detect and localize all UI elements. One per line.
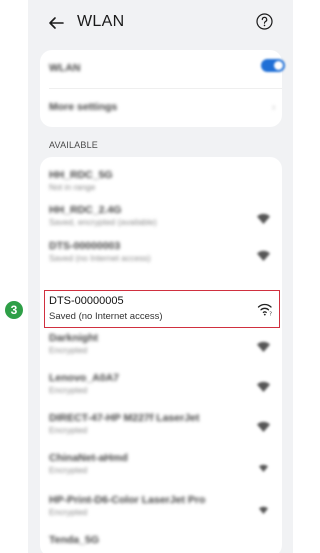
header-bar: WLAN — [28, 0, 293, 50]
wlan-toggle-row[interactable]: WLAN — [40, 50, 282, 82]
divider — [49, 88, 282, 89]
network-status: Saved, encrypted (available) — [49, 217, 157, 227]
page-title: WLAN — [77, 13, 125, 30]
network-item[interactable]: DTS-00000003 Saved (no Internet access) — [40, 233, 282, 269]
network-item[interactable]: ChinaNet-aHmd Encrypted — [40, 445, 282, 481]
network-item[interactable]: Lenovo_A0A7 Encrypted — [40, 365, 282, 401]
more-settings-row[interactable]: More settings — [40, 90, 282, 126]
network-item[interactable]: HP-Print-D6-Color LaserJet Pro Encrypted — [40, 487, 282, 523]
highlighted-network-item[interactable]: DTS-00000005 Saved (no Internet access) … — [44, 290, 280, 328]
network-name: ChinaNet-aHmd — [49, 452, 128, 464]
network-status: Encrypted — [49, 345, 88, 355]
wifi-lock-icon — [257, 341, 270, 352]
network-status: Saved (no Internet access) — [49, 311, 163, 322]
wifi-lock-icon — [259, 506, 268, 514]
network-item[interactable]: HH_RDC_2.4G Saved, encrypted (available) — [40, 197, 282, 233]
network-name: HH_RDC_5G — [49, 169, 113, 181]
wifi-question-icon: ? — [257, 303, 272, 317]
network-name: HP-Print-D6-Color LaserJet Pro — [49, 494, 206, 506]
wifi-lock-icon — [259, 464, 268, 472]
network-name: Lenovo_A0A7 — [49, 372, 120, 384]
network-name: DTS-00000003 — [49, 240, 121, 252]
network-name: Tenda_5G — [49, 534, 99, 546]
network-name: DIRECT-47-HP M227f LaserJet — [49, 412, 200, 424]
wlan-settings-card: WLAN More settings › — [40, 50, 285, 127]
network-item[interactable]: Darknight Encrypted — [40, 325, 282, 361]
more-settings-label: More settings — [49, 101, 118, 113]
network-status: Encrypted — [49, 465, 88, 475]
wlan-toggle-switch[interactable] — [261, 59, 285, 72]
network-status: Encrypted — [49, 385, 88, 395]
network-item[interactable]: HH_RDC_5G Not in range — [40, 162, 282, 198]
network-status: Not in range — [49, 182, 96, 192]
wifi-lock-icon — [257, 421, 270, 432]
wlan-label: WLAN — [49, 62, 81, 74]
svg-text:?: ? — [269, 312, 272, 317]
wifi-question-icon — [257, 250, 270, 261]
wifi-lock-icon — [257, 213, 270, 224]
network-status: Encrypted — [49, 425, 88, 435]
network-name: Darknight — [49, 332, 99, 344]
step-number-badge: 3 — [5, 301, 23, 319]
network-name: HH_RDC_2.4G — [49, 204, 122, 216]
network-item[interactable]: DIRECT-47-HP M227f LaserJet Encrypted — [40, 405, 282, 441]
settings-screen: WLAN WLAN More settings › AVAILABLE HH_R… — [28, 0, 293, 553]
question-circle-icon[interactable] — [256, 13, 273, 30]
section-available-label: AVAILABLE — [49, 140, 98, 150]
network-status: Encrypted — [49, 507, 88, 517]
wifi-lock-icon — [257, 381, 270, 392]
arrow-left-icon[interactable] — [47, 14, 65, 32]
chevron-right-icon: › — [272, 102, 276, 113]
network-name: DTS-00000005 — [49, 295, 124, 307]
network-status: Saved (no Internet access) — [49, 253, 151, 263]
available-networks-list: HH_RDC_5G Not in range HH_RDC_2.4G Saved… — [40, 157, 282, 553]
network-item[interactable]: Tenda_5G — [40, 527, 282, 553]
